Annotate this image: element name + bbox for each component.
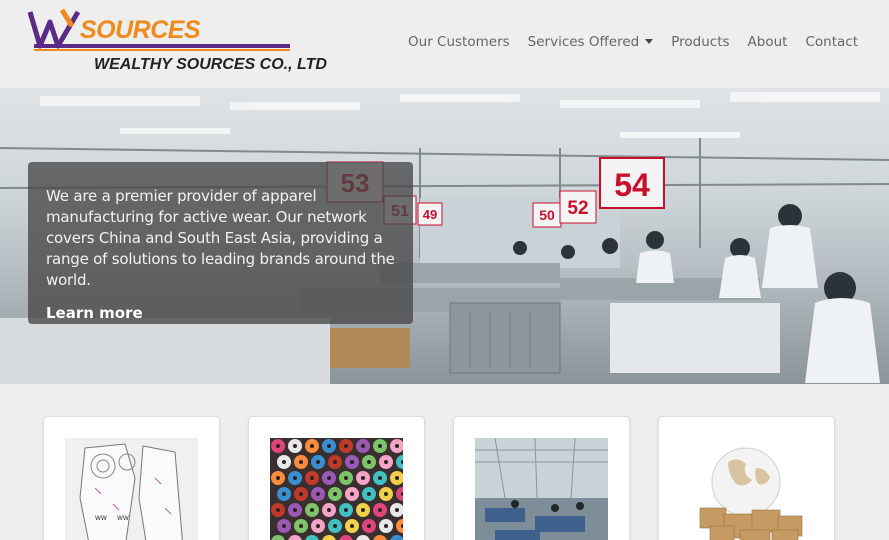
sign-54: 54 (614, 167, 650, 203)
nav-label: Our Customers (408, 34, 510, 50)
sign-52: 52 (567, 198, 588, 219)
site-logo[interactable]: SOURCES WEALTHY SOURCES CO., LTD (26, 8, 327, 74)
nav-label: Contact (805, 34, 858, 50)
svg-text:WW: WW (117, 515, 129, 522)
svg-text:WW: WW (95, 515, 107, 522)
nav-our-customers[interactable]: Our Customers (399, 33, 519, 51)
factory-floor-image (475, 438, 608, 540)
site-header: SOURCES WEALTHY SOURCES CO., LTD Our Cus… (0, 0, 889, 88)
logo-caption: WEALTHY SOURCES CO., LTD (94, 56, 327, 73)
card-factory[interactable] (453, 416, 630, 540)
card-pattern[interactable]: WW WW (43, 416, 220, 540)
hero-overlay: We are a premier provider of apparel man… (28, 162, 413, 324)
sign-49: 49 (423, 207, 437, 222)
card-logistics[interactable] (658, 416, 835, 540)
pattern-pieces-image: WW WW (65, 438, 198, 540)
thread-spools-image (270, 438, 403, 540)
nav-contact[interactable]: Contact (796, 33, 867, 51)
nav-services-offered[interactable]: Services Offered (519, 33, 663, 51)
sign-50: 50 (539, 207, 555, 223)
caret-down-icon (645, 39, 654, 44)
main-nav: Our Customers Services Offered Products … (399, 33, 867, 51)
logo-brand: SOURCES (80, 16, 201, 44)
nav-about[interactable]: About (739, 33, 797, 51)
nav-products[interactable]: Products (662, 33, 738, 51)
nav-label: About (747, 34, 788, 50)
hero-banner: 53 51 49 50 52 54 We are a premier provi… (0, 88, 889, 384)
card-threads[interactable] (248, 416, 425, 540)
service-cards: WW WW (43, 416, 843, 540)
learn-more-link[interactable]: Learn more (46, 304, 395, 322)
globe-boxes-image (680, 438, 813, 540)
hero-description: We are a premier provider of apparel man… (46, 187, 395, 289)
nav-label: Services Offered (527, 34, 640, 50)
nav-label: Products (671, 34, 730, 50)
